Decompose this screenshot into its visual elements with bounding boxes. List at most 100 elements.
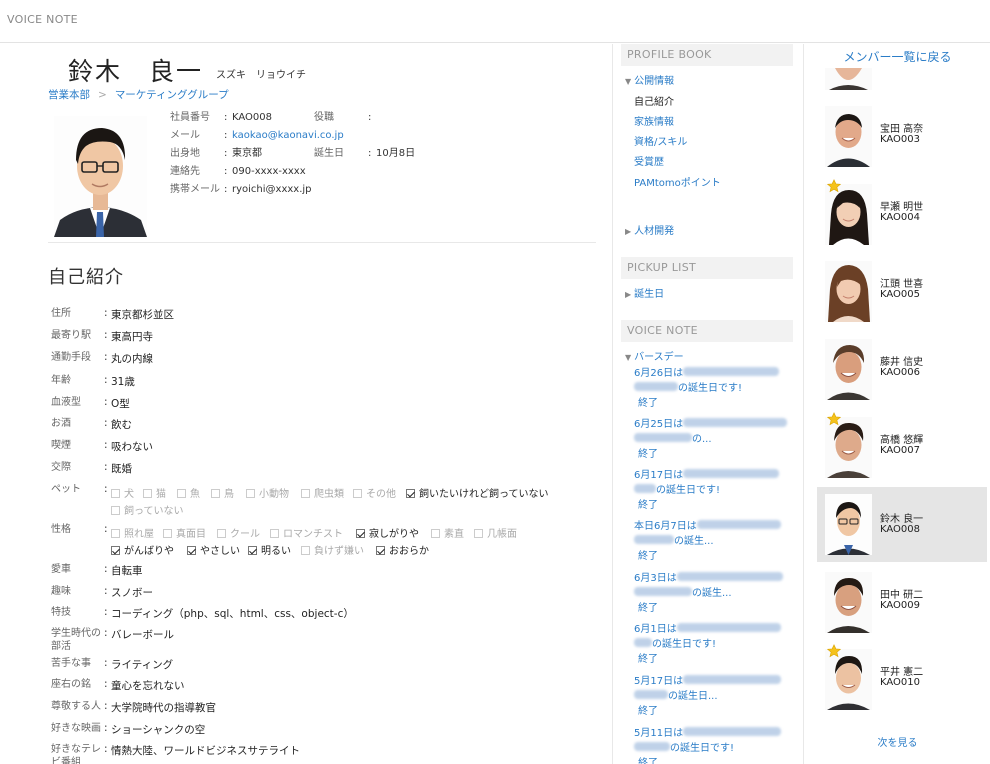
member-name: 藤井 信史 (880, 357, 924, 368)
voice-item[interactable]: 6月25日は の... 終了 (634, 417, 794, 462)
voice-item[interactable]: 6月26日は の誕生日です! 終了 (634, 366, 794, 411)
voice-note-heading: VOICE NOTE (621, 320, 793, 342)
profile-book-heading: PROFILE BOOK (621, 44, 793, 66)
member-id: KAO003 (880, 134, 921, 145)
personality-checkbox-meticulous[interactable]: 几帳面 (474, 525, 517, 540)
personality-checkbox-bright[interactable]: 明るい (248, 542, 291, 557)
development-toggle[interactable]: ▶ 人材開発 (625, 222, 674, 237)
member-name: 鈴木 良一 (880, 514, 924, 525)
voice-item[interactable]: 5月11日は の誕生日です! 終了 (634, 726, 794, 764)
public-info-toggle[interactable]: ▼ 公開情報 (625, 72, 674, 87)
voice-item[interactable]: 6月17日は の誕生日です! 終了 (634, 468, 794, 513)
favorite-star-icon (827, 179, 841, 193)
member-avatar (825, 184, 872, 245)
member-avatar (825, 417, 872, 478)
voice-item[interactable]: 6月1日は の誕生日です! 終了 (634, 622, 794, 667)
personality-checkbox-serious[interactable]: 真面目 (163, 525, 206, 540)
voice-item[interactable]: 5月17日は の誕生日... 終了 (634, 674, 794, 719)
personality-checkbox-hardworking[interactable]: がんばりや (111, 542, 174, 557)
member-avatar-partial (825, 68, 872, 90)
member-item[interactable]: 田中 研二 KAO009 (817, 566, 987, 638)
member-name: 田中 研二 (880, 590, 924, 601)
member-avatar (825, 261, 872, 322)
pickup-heading: PICKUP LIST (621, 257, 793, 279)
pickup-birthday-toggle[interactable]: ▶ 誕生日 (625, 285, 664, 300)
member-item[interactable]: 平井 憲二 KAO010 (817, 643, 987, 715)
emp-no-value: KAO008 (232, 112, 273, 123)
side-navigation: PROFILE BOOK ▼ 公開情報 自己紹介 家族情報 資格/スキル 受賞歴 … (612, 44, 804, 764)
personality-checkbox-shy[interactable]: 照れ屋 (111, 525, 154, 540)
member-avatar (825, 649, 872, 710)
member-item[interactable]: 早瀬 明世 KAO004 (817, 178, 987, 250)
mail-link[interactable]: kaokao@kaonavi.co.jp (232, 130, 344, 141)
member-id: KAO007 (880, 445, 921, 456)
favorite-star-icon (827, 412, 841, 426)
member-name: 宝田 高奈 (880, 124, 924, 135)
personality-checkbox-cool[interactable]: クール (217, 525, 260, 540)
breadcrumb: 営業本部 > マーケティンググループ (48, 87, 229, 102)
member-name: 高橋 悠輝 (880, 435, 924, 446)
member-avatar (825, 494, 872, 555)
voice-birthday-toggle[interactable]: ▼ バースデー (625, 348, 684, 363)
voice-item[interactable]: 本日6月7日は の誕生... 終了 (634, 519, 794, 564)
breadcrumb-separator: > (98, 89, 107, 101)
member-item[interactable]: 藤井 信史 KAO006 (817, 333, 987, 405)
member-name: 江頭 世喜 (880, 279, 924, 290)
pet-checkbox-reptile[interactable]: 爬虫類 (301, 485, 344, 500)
favorite-star-icon (827, 644, 841, 658)
mobile-label: 携帯メール (170, 184, 220, 195)
member-id: KAO008 (880, 524, 921, 535)
mobile-value: ryoichi@xxxx.jp (232, 184, 312, 195)
next-page-link[interactable]: 次を見る (805, 734, 990, 749)
nav-self-intro[interactable]: 自己紹介 (634, 93, 674, 108)
contact-label: 連絡先 (170, 166, 200, 177)
nav-awards[interactable]: 受賞歴 (634, 153, 664, 168)
member-avatar (825, 106, 872, 167)
member-id: KAO009 (880, 600, 921, 611)
pet-checkbox-other[interactable]: その他 (353, 485, 396, 500)
pet-checkbox-small-animal[interactable]: 小動物 (246, 485, 289, 500)
divider (48, 242, 596, 243)
member-item[interactable]: 江頭 世喜 KAO005 (817, 255, 987, 327)
pet-checkbox-none[interactable]: 飼っていない (111, 502, 184, 517)
expanded-triangle-icon: ▼ (625, 353, 632, 362)
title-label: 役職 (314, 112, 334, 123)
top-bar: VOICE NOTE (0, 0, 990, 43)
profile-name: 鈴木 良一 (68, 57, 204, 86)
member-id: KAO005 (880, 289, 921, 300)
personality-checkbox-honest[interactable]: 素直 (431, 525, 464, 540)
hometown-value: 東京都 (232, 148, 262, 159)
personality-checkbox-romantic[interactable]: ロマンチスト (270, 525, 343, 540)
member-name: 早瀬 明世 (880, 202, 924, 213)
breadcrumb-group[interactable]: マーケティンググループ (115, 89, 229, 101)
personality-checkbox-kind[interactable]: やさしい (187, 542, 240, 557)
hometown-label: 出身地 (170, 148, 200, 159)
nav-family[interactable]: 家族情報 (634, 113, 674, 128)
expanded-triangle-icon: ▼ (625, 77, 632, 86)
personality-checkbox-lonely[interactable]: 寂しがりや (356, 525, 419, 540)
personality-checkbox-easygoing[interactable]: おおらか (376, 542, 429, 557)
pet-checkbox-want[interactable]: 飼いたいけれど飼っていない (406, 485, 549, 500)
member-item[interactable]: 宝田 高奈 KAO003 (817, 100, 987, 172)
birthday-label: 誕生日 (314, 148, 344, 159)
nav-skills[interactable]: 資格/スキル (634, 133, 687, 148)
member-item-selected[interactable]: 鈴木 良一 KAO008 (817, 487, 987, 562)
personality-checkbox-competitive[interactable]: 負けず嫌い (301, 542, 364, 557)
member-id: KAO010 (880, 677, 921, 688)
member-name: 平井 憲二 (880, 667, 924, 678)
back-to-members-link[interactable]: メンバー一覧に戻る (805, 48, 990, 65)
member-item[interactable]: 高橋 悠輝 KAO007 (817, 411, 987, 483)
collapsed-triangle-icon: ▶ (625, 227, 632, 236)
pet-checkbox-bird[interactable]: 鳥 (211, 485, 234, 500)
mail-label: メール (170, 130, 200, 141)
nav-pamtomo[interactable]: PAMtomoポイント (634, 174, 721, 189)
voice-item[interactable]: 6月3日は の誕生... 終了 (634, 571, 794, 616)
pet-checkbox-cat[interactable]: 猫 (143, 485, 166, 500)
section-title: 自己紹介 (48, 267, 124, 288)
pet-checkbox-dog[interactable]: 犬 (111, 485, 134, 500)
profile-name-kana: スズキ リョウイチ (216, 70, 306, 81)
breadcrumb-department[interactable]: 営業本部 (48, 89, 90, 101)
profile-main: 鈴木 良一 スズキ リョウイチ 営業本部 > マーケティンググループ 社員番号: KA… (48, 44, 596, 764)
pet-checkbox-fish[interactable]: 魚 (177, 485, 200, 500)
member-id: KAO006 (880, 367, 921, 378)
